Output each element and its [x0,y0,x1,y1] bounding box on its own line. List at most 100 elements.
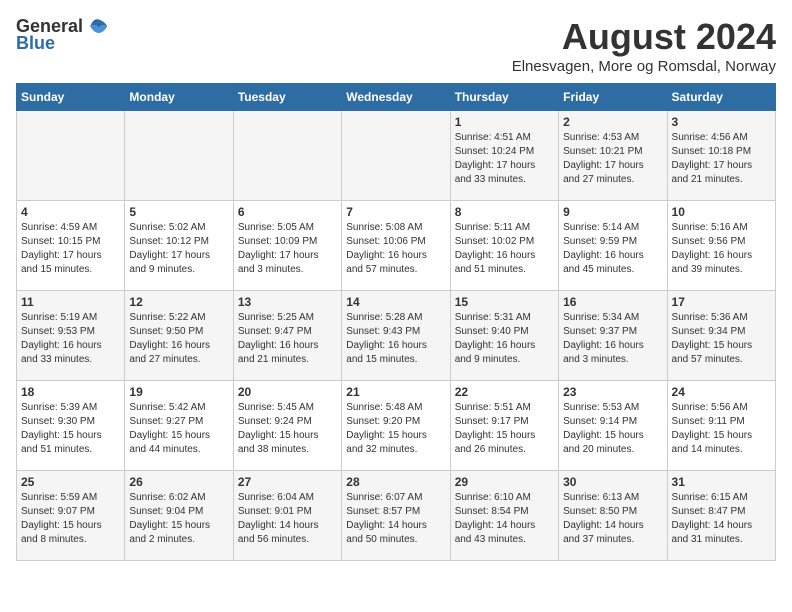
day-info: Sunrise: 5:22 AMSunset: 9:50 PMDaylight:… [129,311,228,367]
calendar-cell: 29 Sunrise: 6:10 AMSunset: 8:54 PMDayligh… [450,471,558,561]
day-number: 6 [238,205,337,219]
day-number: 23 [563,385,662,399]
day-info: Sunrise: 5:28 AMSunset: 9:43 PMDaylight:… [346,311,445,367]
weekday-header-sunday: Sunday [17,84,125,111]
day-number: 2 [563,115,662,129]
day-info: Sunrise: 5:08 AMSunset: 10:06 PMDaylight… [346,221,445,277]
day-info: Sunrise: 4:56 AMSunset: 10:18 PMDaylight… [672,131,771,187]
day-number: 9 [563,205,662,219]
calendar-cell: 2 Sunrise: 4:53 AMSunset: 10:21 PMDayligh… [559,111,667,201]
day-info: Sunrise: 6:04 AMSunset: 9:01 PMDaylight:… [238,491,337,547]
calendar-cell: 9 Sunrise: 5:14 AMSunset: 9:59 PMDaylight… [559,201,667,291]
day-info: Sunrise: 5:34 AMSunset: 9:37 PMDaylight:… [563,311,662,367]
calendar-cell: 23 Sunrise: 5:53 AMSunset: 9:14 PMDayligh… [559,381,667,471]
logo: General Blue [16,16,109,54]
calendar-cell [342,111,450,201]
day-number: 16 [563,295,662,309]
weekday-header-thursday: Thursday [450,84,558,111]
title-area: August 2024 Elnesvagen, More og Romsdal,… [512,16,776,75]
calendar-cell: 11 Sunrise: 5:19 AMSunset: 9:53 PMDayligh… [17,291,125,381]
logo-blue: Blue [16,33,55,54]
day-number: 31 [672,475,771,489]
calendar-cell: 16 Sunrise: 5:34 AMSunset: 9:37 PMDayligh… [559,291,667,381]
day-number: 13 [238,295,337,309]
page-header: General Blue August 2024 Elnesvagen, Mor… [16,16,776,75]
day-number: 12 [129,295,228,309]
day-info: Sunrise: 5:45 AMSunset: 9:24 PMDaylight:… [238,401,337,457]
day-number: 14 [346,295,445,309]
day-info: Sunrise: 5:53 AMSunset: 9:14 PMDaylight:… [563,401,662,457]
day-number: 22 [455,385,554,399]
day-number: 26 [129,475,228,489]
day-number: 29 [455,475,554,489]
day-info: Sunrise: 4:53 AMSunset: 10:21 PMDaylight… [563,131,662,187]
calendar-cell: 10Sunrise: 5:16 AMSunset: 9:56 PMDayligh… [667,201,775,291]
calendar-cell: 6 Sunrise: 5:05 AMSunset: 10:09 PMDayligh… [233,201,341,291]
day-number: 21 [346,385,445,399]
day-number: 4 [21,205,120,219]
weekday-header-friday: Friday [559,84,667,111]
calendar-cell [17,111,125,201]
calendar-cell: 24 Sunrise: 5:56 AMSunset: 9:11 PMDayligh… [667,381,775,471]
day-number: 11 [21,295,120,309]
calendar-cell: 26Sunrise: 6:02 AMSunset: 9:04 PMDayligh… [125,471,233,561]
calendar-cell: 17 Sunrise: 5:36 AMSunset: 9:34 PMDayligh… [667,291,775,381]
day-number: 3 [672,115,771,129]
calendar-cell: 13 Sunrise: 5:25 AMSunset: 9:47 PMDayligh… [233,291,341,381]
month-title: August 2024 [512,16,776,58]
day-number: 25 [21,475,120,489]
calendar-cell [233,111,341,201]
calendar-cell: 19 Sunrise: 5:42 AMSunset: 9:27 PMDayligh… [125,381,233,471]
calendar-cell: 14 Sunrise: 5:28 AMSunset: 9:43 PMDayligh… [342,291,450,381]
calendar-cell: 1 Sunrise: 4:51 AMSunset: 10:24 PMDayligh… [450,111,558,201]
day-info: Sunrise: 6:10 AMSunset: 8:54 PMDaylight:… [455,491,554,547]
day-info: Sunrise: 4:59 AMSunset: 10:15 PMDaylight… [21,221,120,277]
day-number: 30 [563,475,662,489]
day-info: Sunrise: 5:31 AMSunset: 9:40 PMDaylight:… [455,311,554,367]
calendar-cell [125,111,233,201]
day-info: Sunrise: 5:39 AMSunset: 9:30 PMDaylight:… [21,401,120,457]
calendar-cell: 3 Sunrise: 4:56 AMSunset: 10:18 PMDayligh… [667,111,775,201]
weekday-header-row: SundayMondayTuesdayWednesdayThursdayFrid… [17,84,776,111]
day-info: Sunrise: 5:51 AMSunset: 9:17 PMDaylight:… [455,401,554,457]
day-number: 8 [455,205,554,219]
calendar-cell: 8 Sunrise: 5:11 AMSunset: 10:02 PMDayligh… [450,201,558,291]
calendar-cell: 12 Sunrise: 5:22 AMSunset: 9:50 PMDayligh… [125,291,233,381]
calendar-cell: 15Sunrise: 5:31 AMSunset: 9:40 PMDayligh… [450,291,558,381]
calendar-cell: 20Sunrise: 5:45 AMSunset: 9:24 PMDayligh… [233,381,341,471]
day-number: 27 [238,475,337,489]
day-number: 10 [672,205,771,219]
calendar-cell: 28Sunrise: 6:07 AMSunset: 8:57 PMDayligh… [342,471,450,561]
weekday-header-tuesday: Tuesday [233,84,341,111]
day-info: Sunrise: 6:15 AMSunset: 8:47 PMDaylight:… [672,491,771,547]
calendar-cell: 4 Sunrise: 4:59 AMSunset: 10:15 PMDayligh… [17,201,125,291]
calendar-cell: 31 Sunrise: 6:15 AMSunset: 8:47 PMDayligh… [667,471,775,561]
calendar-table: SundayMondayTuesdayWednesdayThursdayFrid… [16,83,776,561]
day-info: Sunrise: 5:56 AMSunset: 9:11 PMDaylight:… [672,401,771,457]
day-number: 28 [346,475,445,489]
day-info: Sunrise: 5:36 AMSunset: 9:34 PMDaylight:… [672,311,771,367]
calendar-cell: 21 Sunrise: 5:48 AMSunset: 9:20 PMDayligh… [342,381,450,471]
day-number: 17 [672,295,771,309]
day-info: Sunrise: 5:05 AMSunset: 10:09 PMDaylight… [238,221,337,277]
day-info: Sunrise: 5:11 AMSunset: 10:02 PMDaylight… [455,221,554,277]
day-info: Sunrise: 5:25 AMSunset: 9:47 PMDaylight:… [238,311,337,367]
weekday-header-wednesday: Wednesday [342,84,450,111]
day-number: 7 [346,205,445,219]
day-info: Sunrise: 6:13 AMSunset: 8:50 PMDaylight:… [563,491,662,547]
day-info: Sunrise: 5:19 AMSunset: 9:53 PMDaylight:… [21,311,120,367]
day-info: Sunrise: 5:59 AMSunset: 9:07 PMDaylight:… [21,491,120,547]
calendar-cell: 22 Sunrise: 5:51 AMSunset: 9:17 PMDayligh… [450,381,558,471]
day-number: 5 [129,205,228,219]
day-info: Sunrise: 5:48 AMSunset: 9:20 PMDaylight:… [346,401,445,457]
day-number: 1 [455,115,554,129]
calendar-cell: 5Sunrise: 5:02 AMSunset: 10:12 PMDayligh… [125,201,233,291]
day-number: 19 [129,385,228,399]
calendar-cell: 27 Sunrise: 6:04 AMSunset: 9:01 PMDayligh… [233,471,341,561]
day-info: Sunrise: 5:42 AMSunset: 9:27 PMDaylight:… [129,401,228,457]
calendar-week-row: 4 Sunrise: 4:59 AMSunset: 10:15 PMDayligh… [17,201,776,291]
day-info: Sunrise: 4:51 AMSunset: 10:24 PMDaylight… [455,131,554,187]
day-number: 24 [672,385,771,399]
day-info: Sunrise: 5:14 AMSunset: 9:59 PMDaylight:… [563,221,662,277]
calendar-week-row: 1 Sunrise: 4:51 AMSunset: 10:24 PMDayligh… [17,111,776,201]
